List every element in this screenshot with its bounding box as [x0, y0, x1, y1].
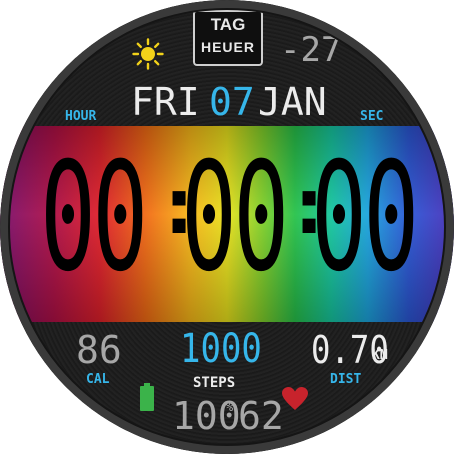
calories-value: 86 — [76, 328, 122, 372]
hour-label: HOUR — [65, 109, 97, 124]
distance-label: DIST — [330, 372, 362, 387]
day-of-month: 07 — [209, 80, 255, 124]
battery-unit: % — [226, 400, 234, 414]
watch-face: TAG HEUER -27° FRI 07 JAN HOUR SEC 00 : … — [0, 0, 454, 454]
brand-logo: TAG HEUER — [193, 10, 263, 66]
minutes-digits: 00 — [181, 131, 289, 305]
sec-label: SEC — [360, 109, 384, 124]
seconds-digits: 00 — [311, 131, 419, 305]
calories-label: CAL — [86, 372, 110, 387]
steps-label: STEPS — [193, 375, 236, 391]
heart-rate-value: 62 — [238, 394, 284, 438]
hours-digits: 00 — [40, 131, 148, 305]
brand-line1: TAG — [210, 15, 246, 34]
brand-line2: HEUER — [200, 39, 255, 55]
month: JAN — [258, 80, 327, 124]
battery-icon — [140, 383, 154, 411]
steps-value: 1000 — [180, 326, 262, 372]
distance-unit: KM — [372, 348, 388, 363]
temperature-readout: -27° — [280, 30, 362, 70]
heart-icon — [282, 387, 308, 410]
day-of-week: FRI — [131, 80, 200, 124]
sun-icon — [132, 38, 164, 70]
